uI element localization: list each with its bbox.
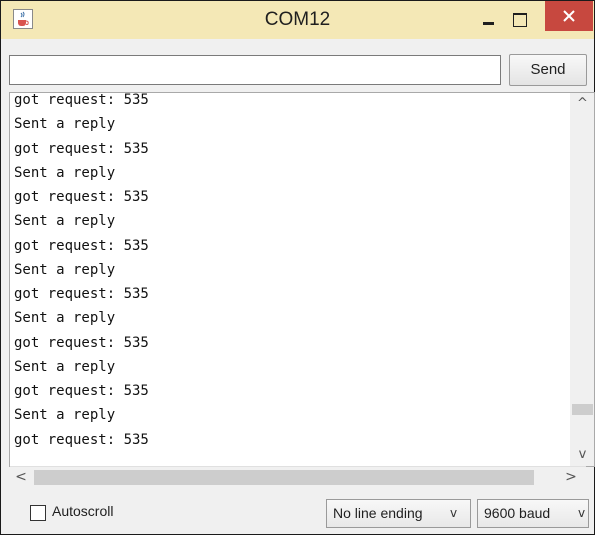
log-line: got request: 535 bbox=[14, 383, 149, 399]
log-line: Sent a reply bbox=[14, 164, 116, 181]
title-bar[interactable]: COM12 bbox=[1, 1, 594, 39]
autoscroll-checkbox[interactable] bbox=[30, 505, 46, 521]
chevron-down-icon: v bbox=[450, 506, 458, 520]
minimize-button[interactable] bbox=[480, 7, 498, 29]
horizontal-scrollbar[interactable]: < > bbox=[10, 466, 586, 488]
horizontal-scroll-thumb[interactable] bbox=[34, 470, 534, 485]
close-button[interactable] bbox=[545, 1, 593, 31]
log-line: Sent a reply bbox=[14, 407, 116, 424]
baud-rate-select[interactable]: 9600 baud v bbox=[477, 499, 589, 528]
serial-output[interactable]: got request: 535 Sent a reply got request:… bbox=[9, 92, 595, 467]
scroll-up-icon[interactable]: ^ bbox=[570, 93, 594, 115]
log-line: got request: 535 bbox=[14, 92, 149, 108]
serial-input[interactable] bbox=[9, 55, 501, 85]
log-line: got request: 535 bbox=[14, 237, 149, 254]
baud-rate-value: 9600 baud bbox=[484, 505, 551, 521]
log-line: got request: 535 bbox=[14, 189, 149, 205]
vertical-scroll-thumb[interactable] bbox=[572, 404, 593, 415]
scroll-left-icon[interactable]: < bbox=[10, 467, 32, 488]
serial-monitor-window: COM12 Send got request: 535 Sent a reply g… bbox=[0, 0, 595, 535]
log-line: Sent a reply bbox=[14, 213, 116, 230]
scroll-down-icon[interactable]: v bbox=[570, 444, 594, 466]
log-line: Sent a reply bbox=[14, 358, 116, 375]
log-line: got request: 535 bbox=[14, 140, 149, 157]
maximize-button[interactable] bbox=[506, 8, 532, 32]
log-line: got request: 535 bbox=[14, 286, 149, 302]
vertical-scrollbar[interactable]: ^ v bbox=[570, 93, 594, 466]
log-line: Sent a reply bbox=[14, 116, 116, 133]
close-icon bbox=[563, 10, 575, 22]
log-line: Sent a reply bbox=[14, 261, 116, 278]
autoscroll-label: Autoscroll bbox=[52, 503, 114, 519]
log-line: Sent a reply bbox=[14, 310, 116, 327]
scroll-right-icon[interactable]: > bbox=[560, 467, 582, 488]
chevron-down-icon: v bbox=[578, 506, 586, 520]
log-line: got request: 535 bbox=[14, 431, 149, 448]
output-log: got request: 535 Sent a reply got request:… bbox=[14, 92, 569, 452]
line-ending-value: No line ending bbox=[333, 505, 423, 521]
line-ending-select[interactable]: No line ending v bbox=[326, 499, 471, 528]
send-button[interactable]: Send bbox=[509, 54, 587, 86]
log-line: got request: 535 bbox=[14, 334, 149, 351]
